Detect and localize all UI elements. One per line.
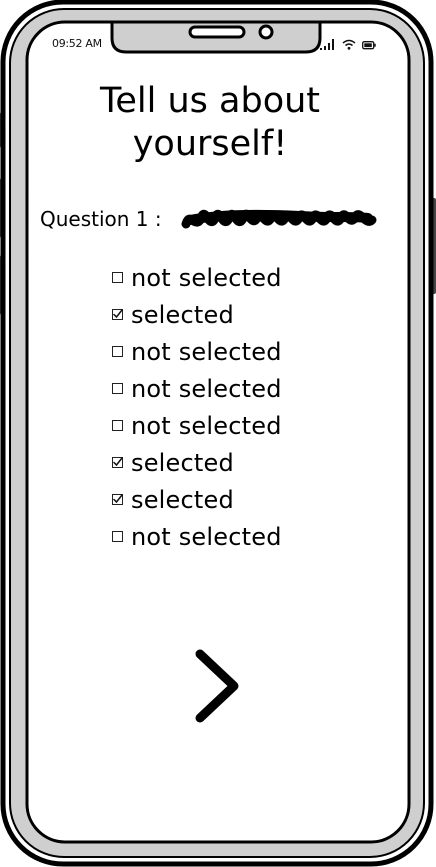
status-icons [320,36,376,50]
answer-option[interactable]: selected [112,296,282,333]
checkbox[interactable] [112,494,123,505]
battery-icon [362,41,376,50]
answer-label: not selected [131,522,282,551]
checkmark-icon [113,457,123,467]
answer-label: not selected [131,337,282,366]
answer-list: not selected selected not selected not s… [112,259,282,555]
answer-option[interactable]: not selected [112,407,282,444]
question-label: Question 1 : [40,207,162,231]
answer-option[interactable]: not selected [112,370,282,407]
checkbox[interactable] [112,420,123,431]
answer-option[interactable]: not selected [112,518,282,555]
answer-option[interactable]: not selected [112,259,282,296]
answer-option[interactable]: selected [112,444,282,481]
answer-label: not selected [131,374,282,403]
checkbox[interactable] [112,383,123,394]
checkbox[interactable] [112,272,123,283]
checkbox[interactable] [112,531,123,542]
speaker-grille [188,25,246,39]
answer-label: selected [131,485,234,514]
checkbox[interactable] [112,346,123,357]
wifi-icon [342,39,356,50]
answer-option[interactable]: selected [112,481,282,518]
phone-frame: 09:52 AM Tell us about yourself! Questio… [0,0,436,867]
checkbox[interactable] [112,309,123,320]
checkmark-icon [113,494,123,504]
answer-label: selected [131,448,234,477]
checkmark-icon [113,309,123,319]
chevron-right-icon[interactable] [188,648,248,724]
status-time: 09:52 AM [52,37,102,50]
signal-icon [320,39,334,50]
checkbox[interactable] [112,457,123,468]
answer-label: selected [131,300,234,329]
answer-label: not selected [131,263,282,292]
question-row: Question 1 : [40,202,378,236]
scribbled-question-text [181,209,377,229]
answer-option[interactable]: not selected [112,333,282,370]
front-camera [258,24,274,40]
page-title: Tell us about yourself! [99,81,321,164]
answer-label: not selected [131,411,282,440]
